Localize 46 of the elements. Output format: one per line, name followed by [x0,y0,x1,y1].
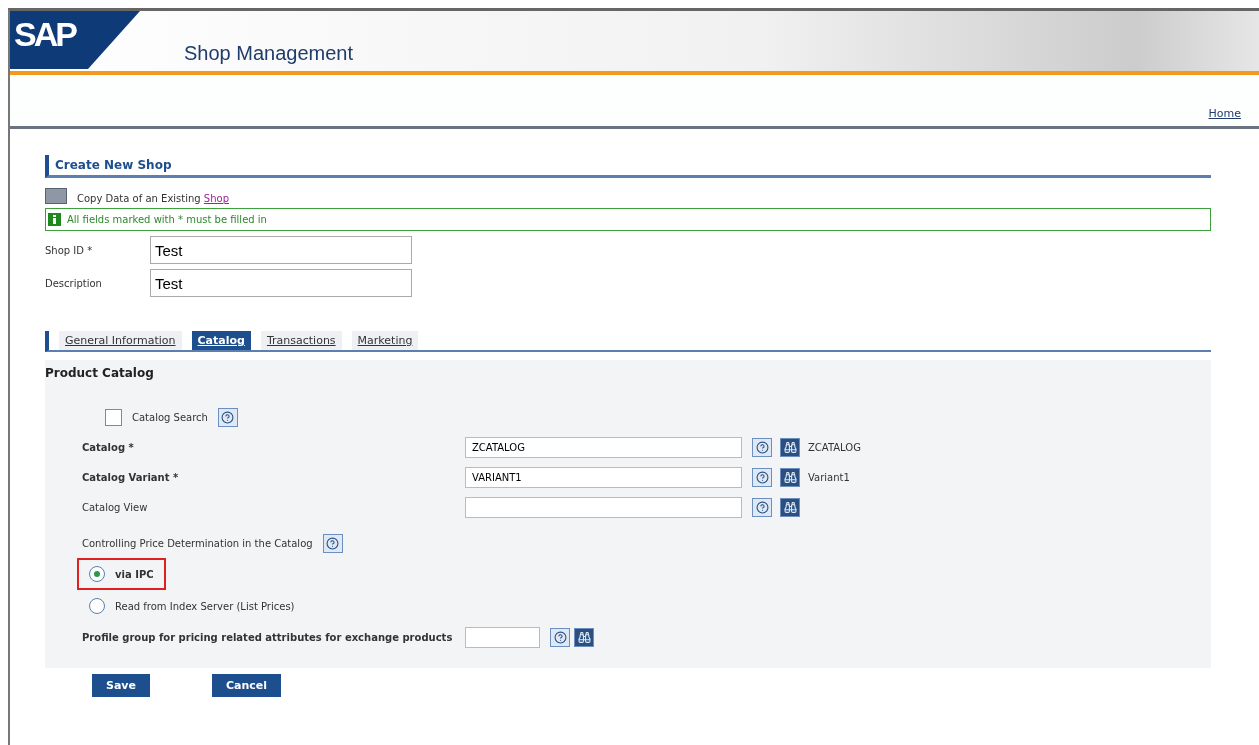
search-button[interactable] [780,497,800,517]
field-label: Profile group for pricing related attributes for exchange products [82,631,454,643]
field-label: Catalog View [82,501,149,513]
help-button[interactable] [322,533,343,553]
field-label: Catalog * [82,441,135,453]
help-button[interactable] [217,407,238,427]
input-field[interactable]: ZCATALOG [465,436,742,458]
value-description: Variant1 [808,471,850,483]
help-button[interactable] [752,467,772,487]
field-label: Catalog Variant * [82,471,180,483]
copy-data-text: Copy Data of an Existing Shop [77,193,229,204]
logo: SAP [10,11,140,69]
input-field[interactable]: Test [150,269,412,297]
radio-label: via IPC [115,568,154,580]
tab[interactable]: Catalog [191,331,251,350]
tab[interactable]: Marketing [351,331,419,350]
help-button[interactable] [752,437,772,457]
radio-label: Read from Index Server (List Prices) [115,600,295,612]
action-button[interactable]: Cancel [212,674,282,697]
input-field[interactable]: VARIANT1 [465,466,742,488]
input-field[interactable] [465,626,540,648]
radio-button[interactable] [89,566,105,582]
info-icon [48,213,61,226]
tab[interactable]: Transactions [260,331,342,350]
home-link[interactable]: Home [1208,107,1241,120]
page-title: Create New Shop [45,155,1211,178]
checkbox[interactable] [105,408,122,426]
app-title: Shop Management [184,42,353,65]
search-button[interactable] [574,627,594,647]
help-button[interactable] [752,497,772,517]
input-field[interactable] [465,496,742,518]
radio-button[interactable] [89,598,105,614]
search-button[interactable] [780,467,800,487]
help-button[interactable] [550,627,570,647]
input-field[interactable]: Test [150,236,412,264]
value-description: ZCATALOG [808,441,861,453]
section-title: Product Catalog [45,366,154,380]
info-text: All fields marked with * must be filled in [67,214,267,225]
field-label: Description [45,277,103,289]
price-label: Controlling Price Determination in the Catalog [82,537,313,549]
tab[interactable]: General Information [59,331,182,350]
shop-link[interactable]: Shop [203,193,229,204]
checkbox-label: Catalog Search [132,411,208,423]
search-button[interactable] [780,437,800,457]
field-label: Shop ID * [45,244,94,256]
action-button[interactable]: Save [92,674,150,697]
